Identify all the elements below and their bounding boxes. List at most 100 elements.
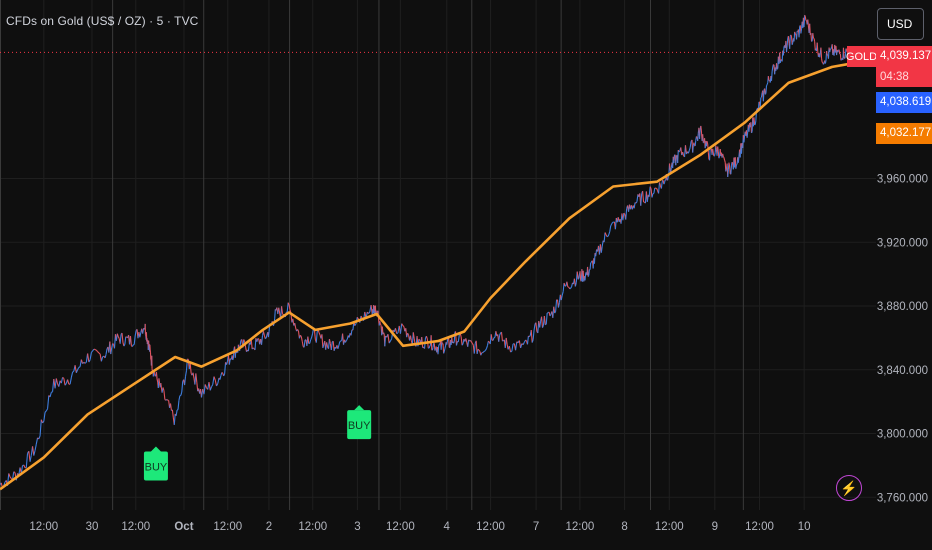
price-segment	[692, 145, 694, 153]
price-segment	[379, 321, 381, 325]
price-segment	[345, 338, 348, 341]
price-segment	[208, 382, 211, 391]
bolt-icon[interactable]: ⚡	[836, 475, 862, 501]
price-segment	[117, 336, 120, 339]
price-segment	[384, 335, 386, 347]
price-segment	[49, 392, 52, 398]
price-segment	[660, 183, 663, 189]
price-segment	[221, 372, 224, 374]
x-tick-label: 12:00	[29, 521, 58, 533]
price-segment	[746, 131, 749, 138]
price-segment	[104, 354, 107, 359]
symbol-tag: GOLD	[846, 46, 877, 67]
x-tick-label: 2	[266, 521, 272, 533]
price-segment	[477, 348, 480, 351]
price-segment	[673, 154, 676, 164]
price-segment	[577, 278, 580, 280]
price-segment	[409, 335, 412, 341]
price-segment	[437, 346, 440, 355]
price-segment	[264, 337, 267, 340]
price-segment	[653, 187, 656, 194]
x-tick-label: 4	[444, 521, 451, 533]
price-segment	[89, 352, 92, 360]
price-segment	[38, 435, 41, 440]
price-segment	[528, 335, 531, 338]
price-segment	[557, 302, 560, 308]
price-segment	[798, 26, 801, 38]
price-segment	[119, 334, 122, 344]
price-segment	[530, 330, 533, 343]
y-tick-label: 3,960.000	[877, 174, 928, 186]
price-segment	[511, 343, 514, 352]
price-segment	[736, 163, 738, 166]
price-segment	[154, 375, 157, 377]
price-segment	[431, 347, 434, 351]
chart-title: CFDs on Gold (US$ / OZ) · 5 · TVC	[6, 14, 199, 28]
price-segment	[787, 36, 790, 44]
price-segment	[350, 329, 353, 336]
price-segment	[762, 90, 765, 102]
price-segment	[315, 331, 318, 343]
price-segment	[682, 151, 685, 156]
x-tick-label: 3	[354, 521, 360, 533]
price-segment	[725, 168, 727, 172]
price-segment	[95, 349, 99, 352]
price-segment	[714, 152, 716, 156]
price-segment	[498, 335, 501, 342]
price-segment	[510, 350, 513, 353]
moving-average-line	[0, 62, 850, 491]
x-tick-label: 12:00	[745, 521, 774, 533]
price-segment	[45, 408, 49, 412]
price-segment	[286, 302, 289, 313]
price-segment	[555, 299, 558, 312]
price-segment	[584, 273, 587, 281]
price-segment	[648, 186, 651, 197]
price-segment	[74, 365, 77, 373]
price-segment	[610, 223, 613, 227]
price-segment	[820, 47, 823, 59]
chart-canvas[interactable]: 3,760.000 3,800.000 3,840.000 3,880.000 3,92…	[0, 0, 932, 550]
buy-label: BUY	[145, 462, 168, 474]
price-segment	[767, 76, 770, 81]
price-segment	[717, 146, 719, 153]
price-segment	[396, 332, 399, 335]
price-segment	[473, 343, 476, 354]
price-segment	[29, 455, 32, 462]
price-segment	[646, 194, 649, 202]
currency-button[interactable]: USD	[877, 8, 924, 40]
price-segment	[47, 395, 50, 409]
price-segment	[394, 328, 398, 334]
price-segment	[274, 309, 276, 319]
price-segment	[330, 341, 333, 350]
price-segment	[460, 336, 463, 346]
price-segment	[338, 341, 341, 346]
price-segment	[211, 384, 214, 388]
price-segment	[709, 148, 711, 161]
price-segment	[727, 169, 729, 177]
price-segment	[383, 332, 385, 335]
price-segment	[776, 68, 779, 70]
price-segment	[78, 366, 81, 368]
price-segment	[163, 390, 166, 400]
price-segment	[603, 232, 606, 243]
price-segment	[196, 382, 199, 392]
price-segment	[418, 338, 421, 341]
price-segment	[813, 38, 816, 42]
price-segment	[239, 340, 242, 345]
price-segment	[804, 16, 807, 21]
price-segment	[816, 42, 819, 52]
price-segment	[667, 176, 669, 181]
price-segment	[765, 85, 768, 94]
price-segment	[731, 161, 734, 164]
price-segment	[429, 344, 431, 347]
price-segment	[809, 23, 811, 35]
price-segment	[446, 341, 448, 345]
price-segment	[684, 145, 687, 155]
price-segment	[402, 325, 405, 327]
x-tick-label: 30	[86, 521, 99, 533]
price-segment	[702, 134, 704, 143]
price-segment	[545, 323, 547, 326]
price-segment	[169, 403, 172, 411]
price-segment	[303, 339, 306, 348]
price-segment	[178, 395, 181, 401]
